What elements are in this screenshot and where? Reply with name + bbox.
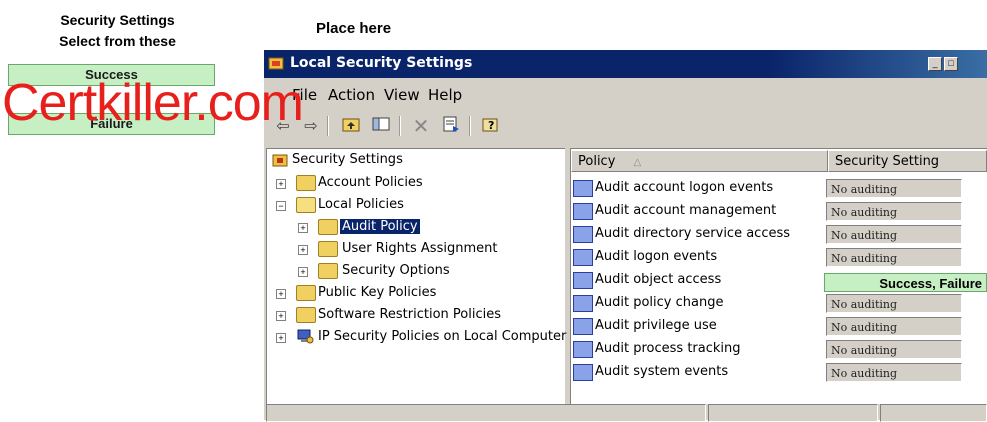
tree-item-ip-security-policies[interactable]: IP Security Policies on Local Computer [318,329,566,344]
sort-indicator-icon: △ [633,157,642,168]
status-bar-section [880,404,987,422]
folder-icon [296,285,316,301]
ip-security-icon [296,328,314,344]
toolbar-separator [469,116,471,136]
policy-name[interactable]: Audit process tracking [595,341,741,356]
menu-help[interactable]: Help [428,86,462,104]
setting-value[interactable]: No auditing [826,225,962,244]
menu-view[interactable]: View [384,86,420,104]
delete-icon[interactable]: ✕ [410,116,432,136]
column-header-policy-label: Policy [578,154,616,169]
folder-icon [296,175,316,191]
folder-icon [318,241,338,257]
minimize-button[interactable]: _ [928,57,942,71]
tree-item-security-options[interactable]: Security Options [342,263,450,278]
setting-value[interactable]: No auditing [826,317,962,336]
column-header-security-setting[interactable]: Security Setting [828,150,987,172]
show-hide-tree-icon[interactable] [370,116,392,136]
folder-open-icon [296,197,316,213]
policy-icon [573,295,593,312]
expand-icon[interactable]: + [276,333,286,343]
tree-item-audit-policy[interactable]: Audit Policy [340,219,420,234]
tree-item-account-policies[interactable]: Account Policies [318,175,423,190]
expand-icon[interactable]: + [298,267,308,277]
expand-icon[interactable]: + [298,245,308,255]
setting-value[interactable]: No auditing [826,340,962,359]
toolbar-separator [399,116,401,136]
setting-value[interactable]: No auditing [826,202,962,221]
drop-target-label: Place here [316,20,392,37]
tree-item-local-policies[interactable]: Local Policies [318,197,404,212]
policy-name[interactable]: Audit policy change [595,295,723,310]
setting-value[interactable]: No auditing [826,248,962,267]
up-folder-icon[interactable] [340,116,362,136]
policy-icon [573,226,593,243]
policy-icon [573,203,593,220]
window-title: Local Security Settings [290,55,473,71]
expand-icon[interactable]: + [276,311,286,321]
back-arrow-icon[interactable]: ⇦ [272,116,294,136]
security-settings-icon [272,153,288,167]
policy-icon [573,249,593,266]
policy-name[interactable]: Audit object access [595,272,721,287]
policy-icon [573,341,593,358]
menu-action[interactable]: Action [328,86,375,104]
status-bar-section [266,404,706,422]
policy-name[interactable]: Audit privilege use [595,318,717,333]
policy-icon [573,272,593,289]
expand-icon[interactable]: + [276,289,286,299]
policy-name[interactable]: Audit account logon events [595,180,773,195]
setting-value[interactable]: No auditing [826,179,962,198]
policy-name[interactable]: Audit system events [595,364,728,379]
dropped-setting-value[interactable]: Success, Failure [824,273,987,292]
tree-item-software-restriction-policies[interactable]: Software Restriction Policies [318,307,501,322]
tree-item-user-rights-assignment[interactable]: User Rights Assignment [342,241,497,256]
help-icon[interactable]: ? [480,116,502,136]
app-icon [268,55,284,71]
folder-icon [318,219,338,235]
policy-name[interactable]: Audit account management [595,203,776,218]
policy-icon [573,180,593,197]
maximize-button[interactable]: □ [944,57,958,71]
setting-value[interactable]: No auditing [826,294,962,313]
policy-name[interactable]: Audit directory service access [595,226,790,241]
status-bar-section [708,404,878,422]
collapse-icon[interactable]: − [276,201,286,211]
column-header-policy[interactable]: Policy △ [571,150,828,172]
forward-arrow-icon[interactable]: ⇨ [300,116,322,136]
export-list-icon[interactable] [440,116,462,136]
folder-icon [318,263,338,279]
policy-name[interactable]: Audit logon events [595,249,717,264]
instruction-subtitle: Select from these [59,33,176,49]
policy-icon [573,364,593,381]
toolbar-separator [327,116,329,136]
expand-icon[interactable]: + [298,223,308,233]
svg-text:?: ? [488,119,494,132]
expand-icon[interactable]: + [276,179,286,189]
tree-item-public-key-policies[interactable]: Public Key Policies [318,285,436,300]
tree-root-security-settings[interactable]: Security Settings [292,152,403,167]
instruction-title: Security Settings [60,12,175,28]
watermark: Certkiller.com [2,74,304,132]
policy-icon [573,318,593,335]
folder-icon [296,307,316,323]
setting-value[interactable]: No auditing [826,363,962,382]
